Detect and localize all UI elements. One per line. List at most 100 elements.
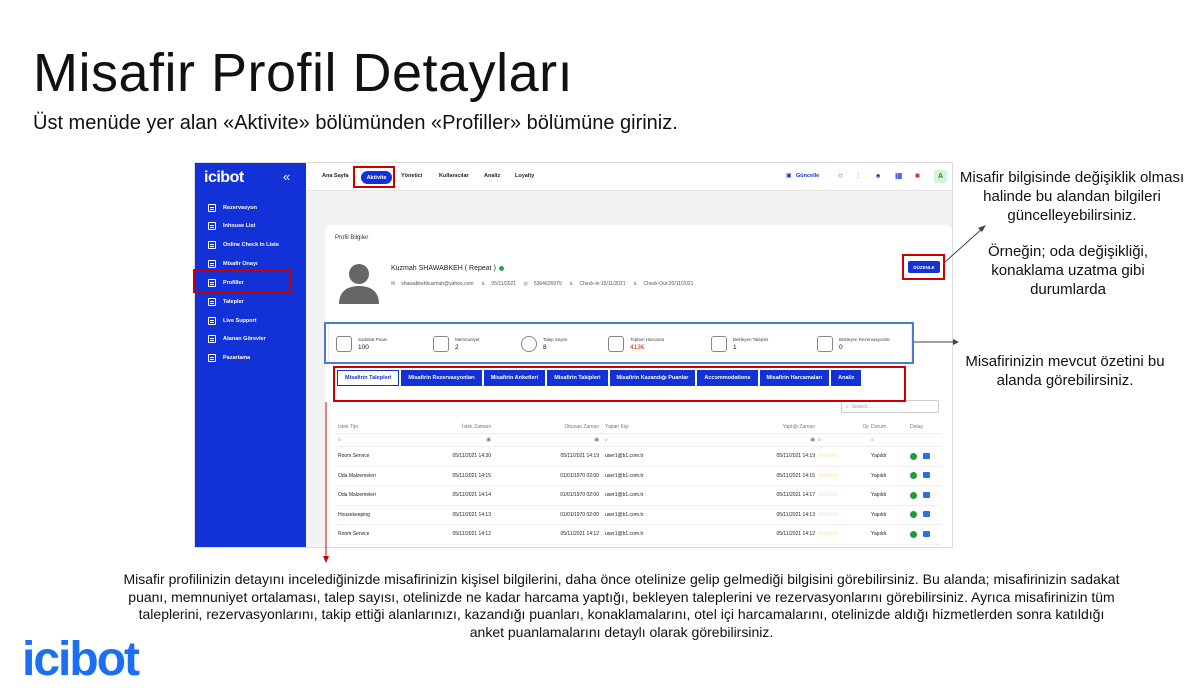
topbar: Ana Sayfa Aktivite Yönetici Kullanıcılar… <box>306 163 952 191</box>
col-header[interactable]: İstek Zamanı <box>386 424 494 430</box>
message-icon[interactable] <box>923 452 930 459</box>
save-icon: ▣ <box>786 173 792 179</box>
slide-title: Misafir Profil Detayları <box>33 43 574 103</box>
sidebar: icibot « Rezervasyon Inhouse List Online… <box>195 163 306 547</box>
guest-name: Kuzmah SHAWABKEH ( Repeat ) <box>391 265 504 272</box>
filter-icon[interactable]: ⌕ <box>602 437 710 443</box>
doc-icon <box>208 204 216 212</box>
sidebar-logo: icibot <box>204 169 244 186</box>
sidebar-item-pazarlama[interactable]: Pazarlama <box>195 350 306 366</box>
filter-icon[interactable]: ▣ <box>710 437 818 443</box>
sidebar-item-online-check-in[interactable]: Online Check In Liste <box>195 237 306 253</box>
doc-icon <box>208 298 216 306</box>
mail-icon: ✉ <box>391 281 396 287</box>
arrow-head-icon <box>323 556 329 563</box>
arrow-head-icon <box>953 339 959 345</box>
table-header: İstek Tipi İstek Zamanı Okunan Zaman Yap… <box>336 421 941 434</box>
note-summary: Misafirinizin mevcut özetini bu alanda g… <box>965 353 1165 389</box>
nav-manager[interactable]: Yönetici <box>401 173 422 179</box>
col-header[interactable]: Yaptığı Zaman <box>710 424 818 430</box>
chart-icon[interactable]: ⫶ <box>857 171 859 181</box>
user-silhouette-icon <box>339 264 379 304</box>
avatar[interactable]: A <box>934 170 947 183</box>
description-text: Misafir profilinizin detayını incelediği… <box>123 571 1120 640</box>
col-header[interactable]: Detay <box>906 424 941 430</box>
info-icon[interactable] <box>910 530 917 538</box>
star-rating[interactable]: ☆☆☆☆☆ <box>818 531 868 537</box>
filter-icon[interactable]: ⌕ <box>818 437 868 443</box>
filter-icon[interactable]: ▣ <box>494 437 602 443</box>
nav-analysis[interactable]: Analiz <box>484 173 500 179</box>
nav-home[interactable]: Ana Sayfa <box>322 173 349 179</box>
nav-users[interactable]: Kullanıcılar <box>439 173 469 179</box>
doc-icon <box>208 260 216 268</box>
info-icon[interactable] <box>910 472 917 480</box>
highlight-activity <box>353 166 395 188</box>
slide: Misafir Profil Detayları Üst menüde yer … <box>0 0 1193 696</box>
filter-icon[interactable]: ▣ <box>386 437 494 443</box>
table-row[interactable]: Room Service 05/11/2021 14:30 05/11/2021… <box>336 447 941 467</box>
person-icon: ♙ <box>480 281 486 287</box>
sidebar-item-talepler[interactable]: Talepler <box>195 294 306 310</box>
sidebar-item-rezervasyon[interactable]: Rezervasyon <box>195 200 306 216</box>
guest-phone: 5364626979 <box>533 281 562 287</box>
flag-icon[interactable]: ■ <box>915 171 920 180</box>
note-update: Misafir bilgisinde değişiklik olması hal… <box>959 169 1185 224</box>
card-title: Profil Bilgiler <box>335 235 369 241</box>
col-header[interactable]: İstek Tipi <box>336 424 386 430</box>
message-icon[interactable] <box>923 530 930 537</box>
col-header[interactable]: Yapan Kişi <box>602 424 710 430</box>
doc-icon <box>208 222 216 230</box>
star-rating[interactable]: ☆☆☆☆☆ <box>818 473 868 479</box>
info-icon[interactable] <box>910 452 917 460</box>
highlight-edit <box>902 254 945 280</box>
collapse-icon[interactable]: « <box>283 169 290 184</box>
search-icon[interactable]: ○ <box>838 171 843 180</box>
col-header[interactable]: Okunan Zaman <box>494 424 602 430</box>
star-rating[interactable]: ☆☆☆☆☆ <box>818 453 868 459</box>
filter-icon[interactable]: ⌕ <box>336 437 386 443</box>
guest-birth: 05/11/2021 <box>491 281 517 287</box>
star-rating[interactable]: ☆☆☆☆☆ <box>818 512 868 518</box>
note-example: Örneğin; oda değişikliği, konaklama uzat… <box>987 243 1149 298</box>
grid-icon[interactable]: ▦ <box>895 171 903 180</box>
sidebar-item-inhouse-list[interactable]: Inhouse List <box>195 218 306 234</box>
star-rating[interactable]: ☆☆☆☆☆ <box>818 492 868 498</box>
message-icon[interactable] <box>923 491 930 498</box>
bell-icon[interactable]: ♠ <box>876 171 880 180</box>
col-header[interactable]: Oy <box>818 424 869 430</box>
doc-icon <box>208 241 216 249</box>
slide-subtitle: Üst menüde yer alan «Aktivite» bölümünde… <box>33 112 678 134</box>
search-icon: ⌕ <box>846 403 849 410</box>
footer-logo: icibot <box>22 633 140 686</box>
message-icon[interactable] <box>923 472 930 479</box>
sidebar-item-atanan-gorevler[interactable]: Atanan Görevler <box>195 331 306 347</box>
checkin-icon: ♙ <box>569 281 574 287</box>
guest-checkout: Check-Out:20/11/2021 <box>643 281 694 287</box>
sidebar-item-live-support[interactable]: Live Support <box>195 313 306 329</box>
guest-meta: ✉ shawabkehkuzmah@yahoo.com ♙ 05/11/2021 ◎… <box>391 281 699 287</box>
table-filter-row: ⌕ ▣ ▣ ⌕ ▣ ⌕ ⌕ <box>336 434 941 447</box>
info-icon[interactable] <box>910 511 917 519</box>
highlight-stats <box>324 322 914 364</box>
table-row[interactable]: Oda Malzemeleri 05/11/2021 14:14 01/01/1… <box>336 486 941 506</box>
guest-email: shawabkehkuzmah@yahoo.com <box>401 281 474 287</box>
filter-icon[interactable]: ⌕ <box>868 437 906 443</box>
highlight-tabs <box>333 366 906 402</box>
nav-loyalty[interactable]: Loyalty <box>515 173 534 179</box>
table-row[interactable]: Housekeeping 05/11/2021 14:13 01/01/1970… <box>336 506 941 525</box>
message-icon[interactable] <box>923 511 930 518</box>
update-button[interactable]: Güncelle <box>796 173 819 179</box>
doc-icon <box>208 354 216 362</box>
highlight-profiller <box>193 269 291 293</box>
arrow-head-icon <box>978 225 986 232</box>
info-icon[interactable] <box>910 491 917 499</box>
guest-checkin: Check-In:15/11/2021 <box>579 281 626 287</box>
doc-icon <box>208 335 216 343</box>
table-row[interactable]: Room Service 05/11/2021 14:12 05/11/2021… <box>336 525 941 545</box>
doc-icon <box>208 317 216 325</box>
table-row[interactable]: Oda Malzemeleri 05/11/2021 14:15 01/01/1… <box>336 467 941 486</box>
requests-table: İstek Tipi İstek Zamanı Okunan Zaman Yap… <box>336 421 941 545</box>
col-header[interactable]: Durum <box>868 424 906 430</box>
verified-icon <box>498 265 504 271</box>
